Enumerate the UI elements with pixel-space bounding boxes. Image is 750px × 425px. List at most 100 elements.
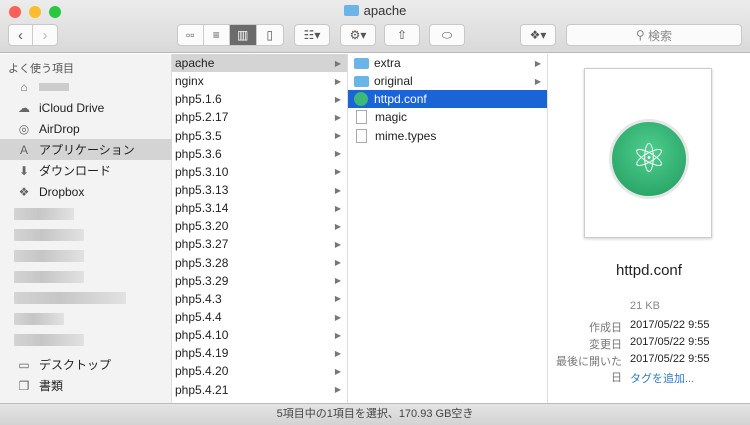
chevron-right-icon: ▶ <box>534 76 541 86</box>
folder-name: php5.3.28 <box>175 255 229 270</box>
created-label: 作成日 <box>589 322 622 334</box>
chevron-right-icon: ▶ <box>334 76 341 86</box>
file-row[interactable]: httpd.conf <box>348 90 547 109</box>
folder-row[interactable]: php5.4.21 ▶ <box>172 381 347 399</box>
chevron-right-icon: ▶ <box>334 258 341 268</box>
action-gear-button[interactable]: ⚙▾ <box>340 24 376 46</box>
airdrop-icon: ◎ <box>18 121 30 136</box>
folder-row[interactable]: php5.3.20 ▶ <box>172 217 347 235</box>
blurred-item[interactable] <box>14 292 126 304</box>
preview-filename: httpd.conf <box>616 262 682 279</box>
blurred-item[interactable] <box>14 229 84 241</box>
folder-row[interactable]: apache ▶ <box>172 54 347 73</box>
folder-row[interactable]: nginx ▶ <box>172 72 347 90</box>
folder-row[interactable]: php5.1.6 ▶ <box>172 90 347 108</box>
search-placeholder: 検索 <box>648 28 673 43</box>
icon-view-button[interactable]: ▫▫ <box>178 25 204 45</box>
chevron-right-icon: ▶ <box>334 276 341 286</box>
sidebar-item-documents[interactable]: ❐ 書類 <box>0 375 172 396</box>
folder-row[interactable]: php5.4.3 ▶ <box>172 290 347 308</box>
cover-flow-button[interactable]: ▯ <box>257 25 283 45</box>
preview-pane: ⚛ httpd.conf 21 KB 作成日 2017/05/22 9:55 変更… <box>548 54 750 403</box>
folder-row[interactable]: extra ▶ <box>348 54 547 72</box>
sidebar-item-label: 書類 <box>39 379 64 393</box>
sidebar: よく使う項目 ⌂ ☁ iCloud Drive ◎ AirDrop A アプリケーショ… <box>0 54 172 403</box>
atom-file-icon <box>354 92 368 107</box>
folder-row[interactable]: php5.3.29 ▶ <box>172 272 347 290</box>
chevron-right-icon: ▶ <box>334 131 341 141</box>
add-tag-link[interactable]: タグを追加... <box>630 370 694 386</box>
download-icon: ⬇ <box>18 163 30 178</box>
folder-name: php5.4.20 <box>175 364 229 379</box>
folder-row[interactable]: php5.3.13 ▶ <box>172 181 347 199</box>
sidebar-item-icloud[interactable]: ☁ iCloud Drive <box>0 97 172 118</box>
sidebar-item-home[interactable]: ⌂ <box>0 76 172 97</box>
folder-name: php5.3.20 <box>175 219 229 234</box>
blurred-item[interactable] <box>14 250 84 262</box>
sidebar-item-applications[interactable]: A アプリケーション <box>0 139 172 160</box>
sidebar-item-label: ダウンロード <box>39 164 112 178</box>
atom-app-icon: ⚛ <box>609 119 689 199</box>
file-row[interactable]: magic <box>348 108 547 126</box>
sidebar-item-label: AirDrop <box>39 121 80 136</box>
document-icon <box>356 110 367 125</box>
chevron-right-icon: ▶ <box>334 348 341 358</box>
folder-row[interactable]: php5.3.6 ▶ <box>172 145 347 163</box>
share-button[interactable]: ⇧ <box>384 24 420 46</box>
chevron-right-icon: ▶ <box>334 203 341 213</box>
file-preview-icon: ⚛ <box>584 68 712 238</box>
folder-name: php5.3.10 <box>175 164 229 179</box>
folder-icon <box>343 5 359 16</box>
folder-row[interactable]: php5.3.10 ▶ <box>172 163 347 181</box>
blurred-item[interactable] <box>14 313 64 325</box>
folder-name: php5.4.10 <box>175 328 229 343</box>
folder-name: php5.3.5 <box>175 128 222 143</box>
blurred-item[interactable] <box>14 208 74 220</box>
view-mode-control: ▫▫ ≡ ▥ ▯ <box>177 24 284 46</box>
column-view-button[interactable]: ▥ <box>230 25 257 45</box>
sidebar-item-dropbox[interactable]: ❖ Dropbox <box>0 181 172 202</box>
folder-row[interactable]: php5.3.27 ▶ <box>172 235 347 253</box>
folder-name: php5.3.13 <box>175 183 229 198</box>
sidebar-header: よく使う項目 <box>8 63 74 75</box>
arrange-button[interactable]: ☷▾ <box>294 24 330 46</box>
sidebar-item-airdrop[interactable]: ◎ AirDrop <box>0 118 172 139</box>
folder-row[interactable]: php5.3.28 ▶ <box>172 254 347 272</box>
folder-row[interactable]: php5.2.17 ▶ <box>172 108 347 126</box>
sidebar-item-label: デスクトップ <box>39 358 112 372</box>
modified-value: 2017/05/22 9:55 <box>630 336 710 348</box>
sidebar-item-desktop[interactable]: ▭ デスクトップ <box>0 354 172 375</box>
folder-row[interactable]: php5.3.5 ▶ <box>172 127 347 145</box>
folder-row[interactable]: original ▶ <box>348 72 547 90</box>
list-view-button[interactable]: ≡ <box>204 25 231 45</box>
chevron-right-icon: ▶ <box>334 330 341 340</box>
folder-name: php5.4.19 <box>175 346 229 361</box>
search-icon: ⚲ <box>635 28 649 42</box>
dropbox-icon: ❖ <box>18 184 30 199</box>
folder-name: apache <box>175 56 215 71</box>
folder-name: php5.4.21 <box>175 382 229 397</box>
folder-icon <box>354 57 369 69</box>
folder-row[interactable]: php5.4.19 ▶ <box>172 344 347 362</box>
folder-row[interactable]: php5.3.14 ▶ <box>172 199 347 217</box>
search-field[interactable]: ⚲ 検索 <box>566 24 742 46</box>
blurred-item[interactable] <box>14 271 84 283</box>
chevron-right-icon: ▶ <box>534 58 541 68</box>
sidebar-item-downloads[interactable]: ⬇ ダウンロード <box>0 160 172 181</box>
sidebar-item-label: iCloud Drive <box>39 100 105 115</box>
column-2: extra ▶ original ▶ httpd.conf magic mime.types <box>348 54 548 403</box>
folder-row[interactable]: php5.4.20 ▶ <box>172 362 347 380</box>
dropbox-button[interactable]: ❖▾ <box>520 24 556 46</box>
chevron-right-icon: ▶ <box>334 294 341 304</box>
forward-button[interactable]: › <box>33 25 57 45</box>
back-button[interactable]: ‹ <box>9 25 34 45</box>
chevron-right-icon: ▶ <box>334 58 341 68</box>
applications-icon: A <box>19 142 28 157</box>
folder-row[interactable]: php5.4.4 ▶ <box>172 308 347 326</box>
tag-button[interactable]: ⬭ <box>429 24 465 46</box>
folder-row[interactable]: php5.4.10 ▶ <box>172 326 347 344</box>
folder-name: php5.4.3 <box>175 291 222 306</box>
blurred-item[interactable] <box>14 334 84 346</box>
file-row[interactable]: mime.types <box>348 127 547 145</box>
desktop-icon: ▭ <box>18 357 30 372</box>
